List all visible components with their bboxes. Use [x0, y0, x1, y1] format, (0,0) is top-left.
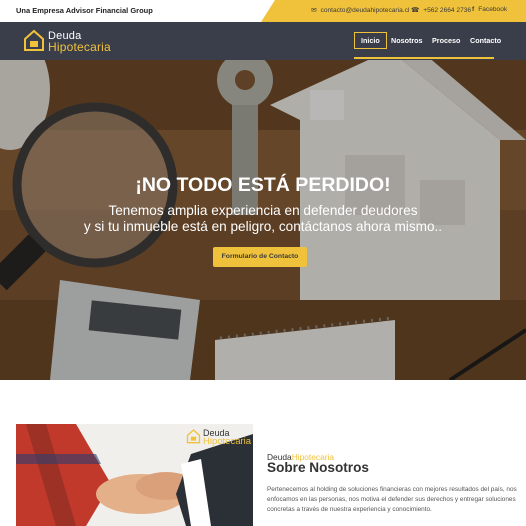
hero-banner: ¡NO TODO ESTÁ PERDIDO! Tenemos amplia ex…: [0, 60, 526, 380]
facebook-text: Facebook: [478, 6, 508, 13]
tagline: Una Empresa Advisor Financial Group: [16, 6, 153, 15]
main-navbar: Deuda Hipotecaria Inicio Nosotros Proces…: [0, 22, 526, 60]
brand-logo[interactable]: Deuda Hipotecaria: [23, 28, 123, 54]
envelope-icon: ✉: [311, 7, 317, 14]
contact-band: ✉ contacto@deudahipotecaria.cl ☎ +562 2664…: [261, 0, 526, 22]
phone-icon: ☎: [411, 7, 420, 14]
facebook-icon: f: [472, 6, 475, 13]
nav-inicio[interactable]: Inicio: [354, 32, 387, 49]
hero-subtitle-line-1: Tenemos amplia experiencia en defender d…: [108, 203, 418, 218]
nav-contacto[interactable]: Contacto: [470, 36, 501, 45]
about-logo-word-2: Hipotecaria: [203, 436, 252, 447]
about-title: Sobre Nosotros: [267, 460, 369, 475]
hero-subtitle-line-2: y si tu inmueble está en peligro, contác…: [83, 219, 443, 234]
contact-form-button[interactable]: Formulario de Contacto: [213, 247, 307, 267]
house-logo-icon: [186, 429, 201, 444]
email-link[interactable]: ✉ contacto@deudahipotecaria.cl: [311, 6, 409, 14]
about-logo: Deuda Hipotecaria: [186, 428, 256, 447]
nav-nosotros[interactable]: Nosotros: [391, 36, 423, 45]
email-text: contacto@deudahipotecaria.cl: [320, 7, 410, 14]
nav-underline: [354, 57, 494, 59]
facebook-link[interactable]: f Facebook: [472, 6, 507, 13]
phone-link[interactable]: ☎ +562 2664 2736: [411, 6, 471, 14]
phone-text: +562 2664 2736: [423, 7, 472, 14]
hero-headline: ¡NO TODO ESTÁ PERDIDO!: [135, 174, 391, 196]
nav-proceso[interactable]: Proceso: [432, 36, 460, 45]
about-description: Pertenecemos al holding de soluciones fi…: [267, 486, 517, 513]
house-logo-icon: [24, 29, 44, 51]
brand-word-2: Hipotecaria: [48, 40, 111, 54]
top-bar: Una Empresa Advisor Financial Group ✉ con…: [0, 0, 526, 22]
